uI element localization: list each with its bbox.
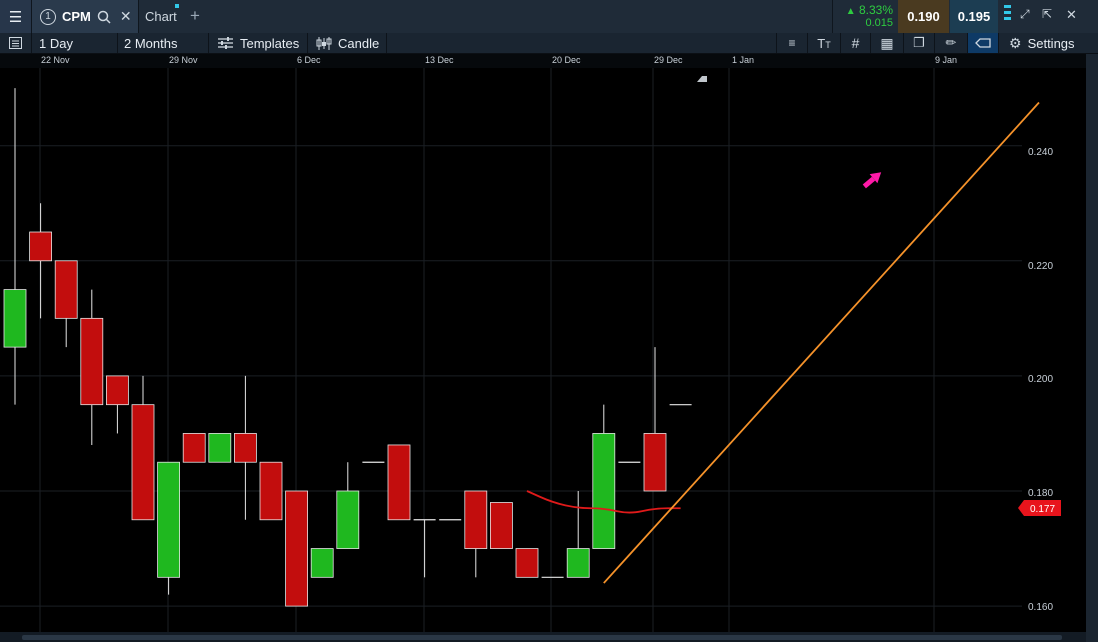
text-size-icon: TT	[817, 35, 831, 51]
candle-body-down	[182, 433, 206, 463]
copy-button[interactable]: ❐	[904, 33, 934, 53]
current-price-label: 0.177	[1030, 504, 1055, 515]
range-dropdown[interactable]: 2 Months	[118, 33, 208, 53]
tab-bar: ☰ 1 CPM ✕ Chart + ▲ 8.33% 0.015 0.190 0.…	[0, 0, 1098, 34]
candle[interactable]	[208, 433, 232, 463]
crosshair-grid-icon: ▦	[880, 34, 894, 51]
settings-button[interactable]: ⚙ Settings	[999, 33, 1098, 53]
layout-list-icon	[9, 37, 22, 49]
horizontal-scrollbar[interactable]	[0, 632, 1086, 642]
candle-body-up	[592, 433, 616, 549]
candle[interactable]	[515, 548, 539, 578]
date-label: 13 Dec	[425, 55, 454, 65]
candle[interactable]	[489, 502, 513, 549]
candle-body-up	[208, 433, 232, 463]
candle[interactable]	[310, 548, 334, 578]
price-chart[interactable]: 0.240 0.220 0.200 0.180 0.160 0.177	[0, 68, 1086, 632]
chart-style-button[interactable]: Candle	[308, 33, 386, 53]
date-axis: 22 Nov 29 Nov 6 Dec 13 Dec 20 Dec 29 Dec…	[0, 54, 1086, 68]
candle[interactable]	[157, 461, 181, 595]
tag-icon	[975, 38, 991, 48]
candle-body-up	[336, 490, 360, 549]
tag-button[interactable]	[968, 33, 998, 53]
date-label: 29 Nov	[169, 55, 198, 65]
candle-body-down	[285, 490, 309, 607]
panel-indicator-icon	[1004, 5, 1011, 8]
list-icon: ≡	[788, 36, 796, 50]
candle-body-down	[106, 375, 129, 406]
chart-tab-label: Chart	[145, 9, 177, 24]
layout-button[interactable]	[0, 33, 31, 53]
change-percent: ▲ 8.33%	[845, 3, 893, 17]
up-triangle-icon: ▲	[845, 6, 856, 17]
candle-body-down	[643, 433, 667, 492]
grid-icon: #	[851, 35, 860, 51]
window-controls: ⤢ ⇱ ✕	[1000, 0, 1098, 33]
candle[interactable]	[182, 433, 206, 463]
candle-body-down	[80, 317, 104, 406]
templates-button[interactable]: Templates	[209, 33, 307, 53]
close-tab-icon[interactable]: ✕	[120, 8, 132, 25]
candle-body-down	[387, 444, 411, 521]
grid-toggle-button[interactable]: #	[841, 33, 870, 53]
close-window-icon[interactable]: ✕	[1066, 7, 1077, 23]
menu-button[interactable]: ☰	[0, 0, 31, 33]
candle[interactable]	[285, 490, 309, 607]
price-label: 0.240	[1028, 147, 1053, 158]
price-label: 0.160	[1028, 602, 1053, 613]
bid-price[interactable]: 0.190	[898, 0, 949, 33]
right-side-panel	[1086, 54, 1098, 642]
candle-body-up	[566, 548, 590, 578]
popout-icon[interactable]: ⇱	[1042, 7, 1052, 21]
chart-tab[interactable]: Chart	[139, 0, 181, 33]
price-label: 0.220	[1028, 261, 1053, 272]
candle-body-down	[259, 461, 283, 521]
text-tool-button[interactable]: TT	[808, 33, 840, 53]
candle-body-down	[464, 490, 488, 549]
copy-icon: ❐	[913, 35, 925, 50]
plus-icon[interactable]: +	[190, 6, 200, 26]
price-label: 0.180	[1028, 488, 1053, 499]
candle-body-down	[489, 502, 513, 549]
symbol-tab[interactable]: 1 CPM ✕	[32, 0, 138, 33]
drawing-tool-button[interactable]: ✏	[935, 33, 967, 53]
candle-body-down	[515, 548, 539, 578]
candle-body-down	[29, 231, 53, 262]
ask-price[interactable]: 0.195	[950, 0, 998, 33]
date-label: 20 Dec	[552, 55, 581, 65]
date-label: 1 Jan	[732, 55, 755, 65]
candle[interactable]	[259, 461, 283, 521]
price-change-box: ▲ 8.33% 0.015	[833, 0, 897, 33]
pen-icon: ✏	[945, 35, 957, 50]
indicators-button[interactable]: ≡	[777, 33, 807, 53]
candle-body-down	[54, 260, 78, 319]
current-price-tag: 0.177	[1018, 500, 1061, 516]
change-absolute: 0.015	[865, 17, 893, 29]
crosshair-button[interactable]: ▦	[871, 33, 903, 53]
date-label: 9 Jan	[935, 55, 958, 65]
date-label: 29 Dec	[654, 55, 683, 65]
candle[interactable]	[387, 444, 411, 521]
gear-icon: ⚙	[1009, 34, 1022, 51]
candle-body-up	[157, 461, 181, 578]
interval-dropdown[interactable]: 1 Day	[32, 33, 117, 53]
candlestick-icon	[316, 36, 332, 50]
candle-body-down	[131, 404, 155, 521]
date-label: 22 Nov	[41, 55, 70, 65]
hamburger-menu-icon: ☰	[8, 8, 23, 26]
price-label: 0.200	[1028, 374, 1053, 385]
expand-icon[interactable]: ⤢	[1020, 7, 1030, 22]
symbol-label: CPM	[62, 9, 91, 24]
search-icon[interactable]	[97, 10, 111, 24]
chart-toolbar: 1 Day 2 Months Templates Candle ≡ TT # ▦…	[0, 33, 1098, 54]
scrollbar-thumb[interactable]	[22, 635, 1062, 640]
candle-body-up	[310, 548, 334, 578]
candle-body-down	[233, 433, 257, 463]
candle-body-up	[3, 289, 27, 348]
date-label: 6 Dec	[297, 55, 321, 65]
symbol-number-badge: 1	[40, 8, 56, 25]
sliders-icon	[218, 37, 233, 49]
tab-indicator-dot	[175, 4, 179, 8]
